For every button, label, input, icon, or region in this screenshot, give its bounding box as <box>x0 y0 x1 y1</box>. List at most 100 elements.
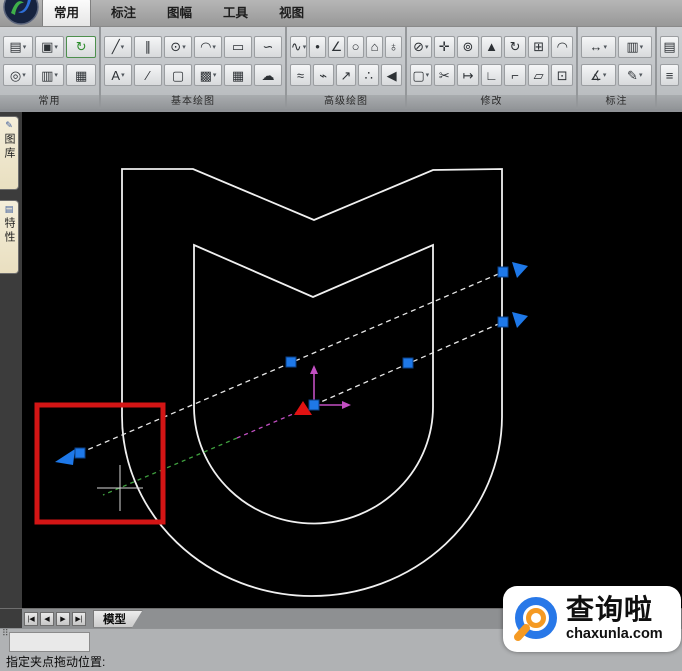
polyline-icon: ∽ <box>262 39 274 55</box>
dropdown-arrow-icon[interactable]: ▾ <box>303 43 307 51</box>
refresh-button[interactable]: ↻ <box>66 35 97 58</box>
copy-entities-button[interactable]: ⊚ <box>457 35 479 58</box>
dim-edit-button[interactable]: ✎ ▾ <box>617 64 652 87</box>
menu-tab-common[interactable]: 常用 <box>42 0 92 26</box>
menu-tab-sheet[interactable]: 图幅 <box>156 0 203 26</box>
dropdown-arrow-icon[interactable]: ▾ <box>603 71 607 79</box>
slot-button[interactable]: ▢ <box>164 64 192 87</box>
app-logo-icon[interactable] <box>3 0 39 25</box>
plot-button[interactable]: ▥ ▾ <box>34 64 65 87</box>
dropdown-arrow-icon[interactable]: ▾ <box>121 43 125 51</box>
sketch-icon: ⁄ <box>146 67 150 83</box>
formula-curve-button[interactable]: ♁ <box>385 35 402 58</box>
wave-line-button[interactable]: ≈ <box>290 64 311 87</box>
polyline-button[interactable]: ∽ <box>254 35 282 58</box>
menu-tab-view[interactable]: 视图 <box>268 0 315 26</box>
erase-button[interactable]: ⊘ ▾ <box>410 35 432 58</box>
mirror-icon: ▲ <box>485 39 498 55</box>
grip-point[interactable] <box>74 447 86 459</box>
parallel-button[interactable]: ∥ <box>134 35 162 58</box>
array-button[interactable]: ⊞ <box>527 35 550 58</box>
dropdown-arrow-icon[interactable]: ▾ <box>425 43 429 51</box>
command-input[interactable] <box>9 632 90 652</box>
grip-point[interactable] <box>402 357 414 369</box>
mirror-button[interactable]: ▲ <box>480 35 503 58</box>
rotate-button[interactable]: ↻ <box>504 35 526 58</box>
polygon-button[interactable]: ⌂ <box>366 35 383 58</box>
dock-corner <box>0 609 22 628</box>
dropdown-arrow-icon[interactable]: ▾ <box>54 43 58 51</box>
hatch-button[interactable]: ▦ <box>224 64 252 87</box>
formula-curve-icon: ♁ <box>388 39 399 55</box>
dropdown-arrow-icon[interactable]: ▾ <box>121 71 125 79</box>
scale-button[interactable]: ⊡ <box>551 64 574 87</box>
extend-button[interactable]: ↦ <box>457 64 479 87</box>
rect-select-button[interactable]: ▢ ▾ <box>410 64 432 87</box>
move-button[interactable]: ✛ <box>433 35 456 58</box>
dropdown-arrow-icon[interactable]: ▾ <box>603 43 607 51</box>
fillet-icon: ⌐ <box>511 67 519 83</box>
drag-handle-icon[interactable]: ⠿ <box>2 629 9 638</box>
model-space-tab[interactable]: 模型 <box>93 610 143 628</box>
explode-button[interactable]: ▱ <box>527 64 550 87</box>
grip-point[interactable] <box>308 399 320 411</box>
dropdown-arrow-icon[interactable]: ▾ <box>213 71 217 79</box>
cone-button[interactable]: ◀ <box>381 64 402 87</box>
copy-icon: ▣ <box>41 39 54 55</box>
section-symbol-button[interactable]: ▩ ▾ <box>194 64 222 87</box>
text-button[interactable]: A ▾ <box>104 64 132 87</box>
copy-button[interactable]: ▣ ▾ <box>34 35 65 58</box>
zoom-button[interactable]: ◎ ▾ <box>3 64 33 87</box>
sidebar-tab-library[interactable]: ✎ 图库 <box>0 116 19 190</box>
dropdown-arrow-icon[interactable]: ▾ <box>639 71 643 79</box>
spline-button[interactable]: ∿ ▾ <box>290 35 307 58</box>
sidebar-tab-properties[interactable]: ▤ 特性 <box>0 200 19 274</box>
grip-point[interactable] <box>497 316 509 328</box>
rectangle-button[interactable]: ▭ <box>224 35 252 58</box>
shield-outer-outline[interactable] <box>121 168 503 597</box>
display-button[interactable]: ▦ <box>66 64 97 87</box>
contour-button[interactable]: ∴ <box>358 64 380 87</box>
line-button[interactable]: ╱ ▾ <box>104 35 132 58</box>
dropdown-arrow-icon[interactable]: ▾ <box>54 71 58 79</box>
first-sheet-button[interactable]: |◀ <box>24 611 38 626</box>
revision-cloud-button[interactable]: ☁ <box>254 64 282 87</box>
grip-point[interactable] <box>285 356 297 368</box>
paste-button[interactable]: ▤ ▾ <box>3 35 33 58</box>
dimension-button[interactable]: ↔ ▾ <box>581 35 616 58</box>
dropdown-arrow-icon[interactable]: ▾ <box>22 71 26 79</box>
dropdown-arrow-icon[interactable]: ▾ <box>182 43 186 51</box>
stretch-button[interactable]: ◠ <box>551 35 574 58</box>
last-sheet-button[interactable]: ▶| <box>72 611 86 626</box>
dropdown-arrow-icon[interactable]: ▾ <box>212 43 216 51</box>
menu-tab-dimension[interactable]: 标注 <box>100 0 147 26</box>
angle-line-button[interactable]: ∠ <box>328 35 345 58</box>
ribbon-panel-高级绘图: ∿ ▾ • ∠ ○ ⌂ ♁ ≈ ⌁ ↗ ∴ ◀ 高级绘图 <box>287 27 407 109</box>
zigzag-line-button[interactable]: ⌁ <box>312 64 334 87</box>
tolerance-button[interactable]: ▥ ▾ <box>617 35 652 58</box>
chamfer-button[interactable]: ∟ <box>480 64 503 87</box>
sketch-button[interactable]: ⁄ <box>134 64 162 87</box>
chaxunla-logo-icon <box>514 597 557 641</box>
point-button[interactable]: • <box>309 35 326 58</box>
dropdown-arrow-icon[interactable]: ▾ <box>426 71 430 79</box>
layer-list-button[interactable]: ≡ <box>660 64 679 87</box>
coordinate-dim-button[interactable]: ∡ ▾ <box>581 64 616 87</box>
leader-arrow-button[interactable]: ↗ <box>335 64 357 87</box>
prev-sheet-button[interactable]: ◀ <box>40 611 54 626</box>
arc-button[interactable]: ◠ ▾ <box>194 35 222 58</box>
circle-button[interactable]: ⊙ ▾ <box>164 35 192 58</box>
dimension-icon: ↔ <box>589 39 603 55</box>
dropdown-arrow-icon[interactable]: ▾ <box>23 43 27 51</box>
ellipse-button[interactable]: ○ <box>347 35 364 58</box>
ellipse-icon: ○ <box>351 39 360 55</box>
grip-point[interactable] <box>497 266 509 278</box>
sheet-button[interactable]: ▤ <box>660 35 679 58</box>
menu-tab-tools[interactable]: 工具 <box>212 0 259 26</box>
dropdown-arrow-icon[interactable]: ▾ <box>640 43 644 51</box>
chamfer-icon: ∟ <box>485 67 498 83</box>
drawing-canvas[interactable] <box>22 112 682 608</box>
fillet-button[interactable]: ⌐ <box>504 64 526 87</box>
trim-button[interactable]: ✂ <box>433 64 456 87</box>
next-sheet-button[interactable]: ▶ <box>56 611 70 626</box>
